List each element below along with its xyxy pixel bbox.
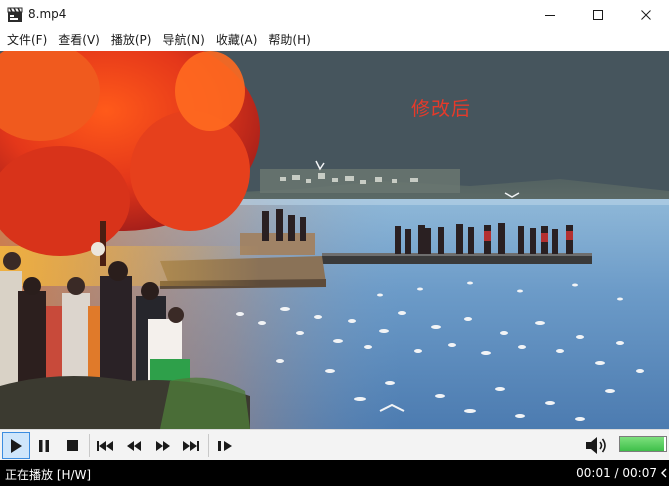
- video-watermark-text: 修改后: [411, 98, 472, 120]
- stop-button[interactable]: [58, 432, 86, 459]
- playback-control-bar: [0, 429, 669, 460]
- clapperboard-icon: [7, 7, 23, 22]
- control-separator: [208, 434, 209, 457]
- rewind-icon: [127, 440, 141, 451]
- status-bar: 正在播放 [H/W] 00:01 / 00:07: [0, 460, 669, 486]
- control-separator: [89, 434, 90, 457]
- skip-previous-icon: [97, 440, 113, 451]
- close-icon: [641, 10, 651, 20]
- fast-forward-icon: [156, 440, 170, 451]
- status-arrow-icon: [661, 468, 667, 478]
- play-icon: [11, 438, 22, 453]
- rewind-button[interactable]: [120, 432, 148, 459]
- menu-file[interactable]: 文件(F): [3, 30, 51, 51]
- frame-step-icon: [218, 440, 232, 451]
- video-frame[interactable]: 修改后: [0, 51, 669, 429]
- fast-forward-button[interactable]: [149, 432, 177, 459]
- pause-button[interactable]: [30, 432, 58, 459]
- maximize-icon: [593, 10, 603, 20]
- maximize-button[interactable]: [575, 0, 621, 30]
- skip-next-icon: [183, 440, 199, 451]
- menu-bar: 文件(F) 查看(V) 播放(P) 导航(N) 收藏(A) 帮助(H): [0, 30, 669, 51]
- minimize-icon: [545, 15, 555, 16]
- menu-favorites[interactable]: 收藏(A): [212, 30, 262, 51]
- menu-help[interactable]: 帮助(H): [264, 30, 314, 51]
- next-button[interactable]: [177, 432, 205, 459]
- playback-time: 00:01 / 00:07: [576, 466, 657, 480]
- close-button[interactable]: [623, 0, 669, 30]
- playback-status-text: 正在播放 [H/W]: [5, 468, 92, 482]
- frame-step-button[interactable]: [211, 432, 239, 459]
- video-scene-image: [0, 51, 669, 429]
- menu-navigate[interactable]: 导航(N): [158, 30, 208, 51]
- pause-icon: [39, 439, 49, 452]
- title-bar: 8.mp4: [0, 0, 669, 30]
- volume-slider[interactable]: [619, 436, 667, 452]
- menu-view[interactable]: 查看(V): [54, 30, 104, 51]
- previous-button[interactable]: [91, 432, 119, 459]
- minimize-button[interactable]: [527, 0, 573, 30]
- menu-play[interactable]: 播放(P): [107, 30, 156, 51]
- volume-level-fill: [620, 437, 664, 451]
- mute-button[interactable]: [584, 433, 610, 458]
- window-title: 8.mp4: [28, 7, 67, 21]
- stop-icon: [66, 440, 78, 451]
- speaker-icon: [586, 437, 606, 454]
- play-button[interactable]: [2, 432, 30, 459]
